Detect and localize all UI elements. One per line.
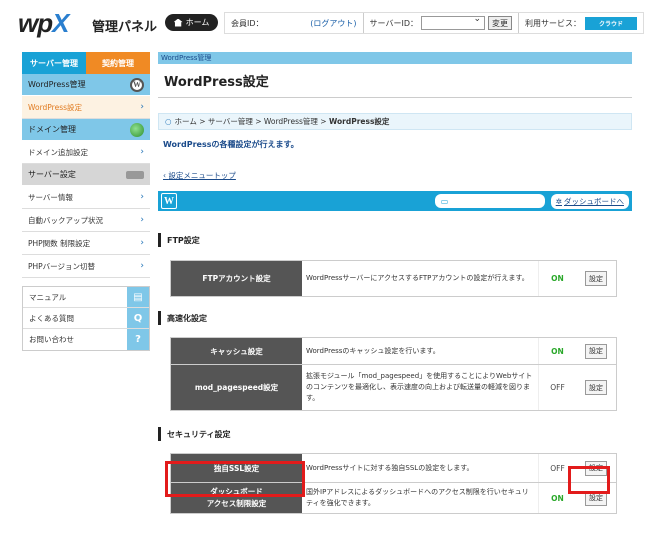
server-icon xyxy=(126,170,144,179)
main-content: WordPress管理 WordPress設定 ○ ホーム > サーバー管理 >… xyxy=(158,52,632,514)
wpx-logo[interactable]: wpX xyxy=(18,8,69,39)
app-title: 管理パネル xyxy=(92,20,158,35)
tab-contract-management[interactable]: 契約管理 xyxy=(86,52,150,74)
sidebar-item-backup-status[interactable]: 自動バックアップ状況 › xyxy=(22,209,150,232)
sidebar-group-wordpress[interactable]: WordPress管理 W xyxy=(22,74,150,96)
table-row: mod_pagespeed設定 拡張モジュール「mod_pagespeed」を使… xyxy=(171,365,616,410)
logout-link[interactable]: (ログアウト) xyxy=(310,18,356,29)
breadcrumb-server[interactable]: サーバー管理 xyxy=(208,116,253,127)
cache-settings-button[interactable]: 設定 xyxy=(585,343,607,359)
member-id-label: 会員ID： xyxy=(231,18,264,28)
sidebar-item-wordpress-settings[interactable]: WordPress設定 › xyxy=(22,96,150,119)
question-icon: ? xyxy=(127,329,149,350)
manual-link[interactable]: マニュアル ▤ xyxy=(23,287,149,308)
faq-link[interactable]: よくある質問 Q xyxy=(23,308,149,329)
dashboard-button[interactable]: ✲ ダッシュボードへ xyxy=(550,193,629,209)
sidebar-item-server-info[interactable]: サーバー情報 › xyxy=(22,186,150,209)
tab-server-management[interactable]: サーバー管理 xyxy=(22,52,86,74)
status-badge: ON xyxy=(538,338,576,364)
home-button[interactable]: ホーム xyxy=(165,14,218,31)
breadcrumb-home[interactable]: ホーム xyxy=(175,116,197,127)
wordpress-site-bar: W ▭ ✲ ダッシュボードへ xyxy=(158,191,632,211)
breadcrumb-wordpress[interactable]: WordPress管理 xyxy=(264,116,318,127)
site-url-field[interactable]: ▭ xyxy=(434,194,545,208)
speed-table: キャッシュ設定 WordPressのキャッシュ設定を行います。 ON 設定 mo… xyxy=(170,337,617,411)
top-crumb[interactable]: WordPress管理 xyxy=(158,52,632,64)
contact-link[interactable]: お問い合わせ? xyxy=(23,329,149,350)
status-badge: OFF xyxy=(538,365,576,410)
home-icon xyxy=(173,18,183,27)
wordpress-icon: W xyxy=(161,193,177,209)
breadcrumb-current: WordPress設定 xyxy=(328,117,390,126)
q-icon: Q xyxy=(127,308,149,328)
page-title: WordPress設定 xyxy=(158,64,632,98)
highlight-ssl-name xyxy=(165,461,305,497)
ftp-settings-button[interactable]: 設定 xyxy=(585,271,607,286)
table-row: キャッシュ設定 WordPressのキャッシュ設定を行います。 ON 設定 xyxy=(171,338,616,365)
ftp-table: FTPアカウント設定 WordPressサーバーにアクセスするFTPアカウントの… xyxy=(170,260,617,297)
page-description: WordPressの各種設定が行えます。 xyxy=(163,140,299,149)
help-list: マニュアル ▤ よくある質問 Q お問い合わせ? xyxy=(22,286,150,351)
breadcrumb: ○ ホーム > サーバー管理 > WordPress管理 > WordPress… xyxy=(158,113,632,130)
home-circle-icon: ○ xyxy=(165,117,172,126)
sidebar: サーバー管理 契約管理 WordPress管理 W WordPress設定 › ド… xyxy=(22,52,150,351)
change-button[interactable]: 変更 xyxy=(488,16,512,30)
table-row: FTPアカウント設定 WordPressサーバーにアクセスするFTPアカウントの… xyxy=(171,261,616,296)
sidebar-item-php-functions[interactable]: PHP関数 制限設定 › xyxy=(22,232,150,255)
sidebar-group-domain[interactable]: ドメイン管理 xyxy=(22,119,150,141)
server-id-select[interactable] xyxy=(421,14,485,30)
wordpress-icon: W xyxy=(130,77,144,92)
sidebar-item-php-version[interactable]: PHPバージョン切替 › xyxy=(22,255,150,278)
sidebar-item-add-domain[interactable]: ドメイン追加設定 › xyxy=(22,141,150,164)
status-badge: ON xyxy=(538,261,576,296)
service-badge[interactable]: クラウド xyxy=(585,16,637,30)
member-bar: 会員ID： (ログアウト) サーバーID： 変更 利用サービス： クラウド xyxy=(224,12,644,34)
server-id-label: サーバーID： xyxy=(369,18,418,28)
section-security-title: セキュリティ設定 xyxy=(158,427,632,441)
book-icon: ▤ xyxy=(127,287,149,307)
monitor-icon: ▭ xyxy=(440,196,449,206)
highlight-ssl-button xyxy=(568,466,610,494)
section-speed-title: 高速化設定 xyxy=(158,311,632,325)
pagespeed-settings-button[interactable]: 設定 xyxy=(585,380,607,395)
back-link[interactable]: ‹ 設定メニュートップ xyxy=(158,170,632,181)
gear-icon: ✲ xyxy=(555,196,562,206)
globe-icon xyxy=(130,122,144,137)
section-ftp-title: FTP設定 xyxy=(158,233,632,247)
sidebar-group-server-settings[interactable]: サーバー設定 xyxy=(22,164,150,186)
services-label: 利用サービス： xyxy=(525,18,581,28)
